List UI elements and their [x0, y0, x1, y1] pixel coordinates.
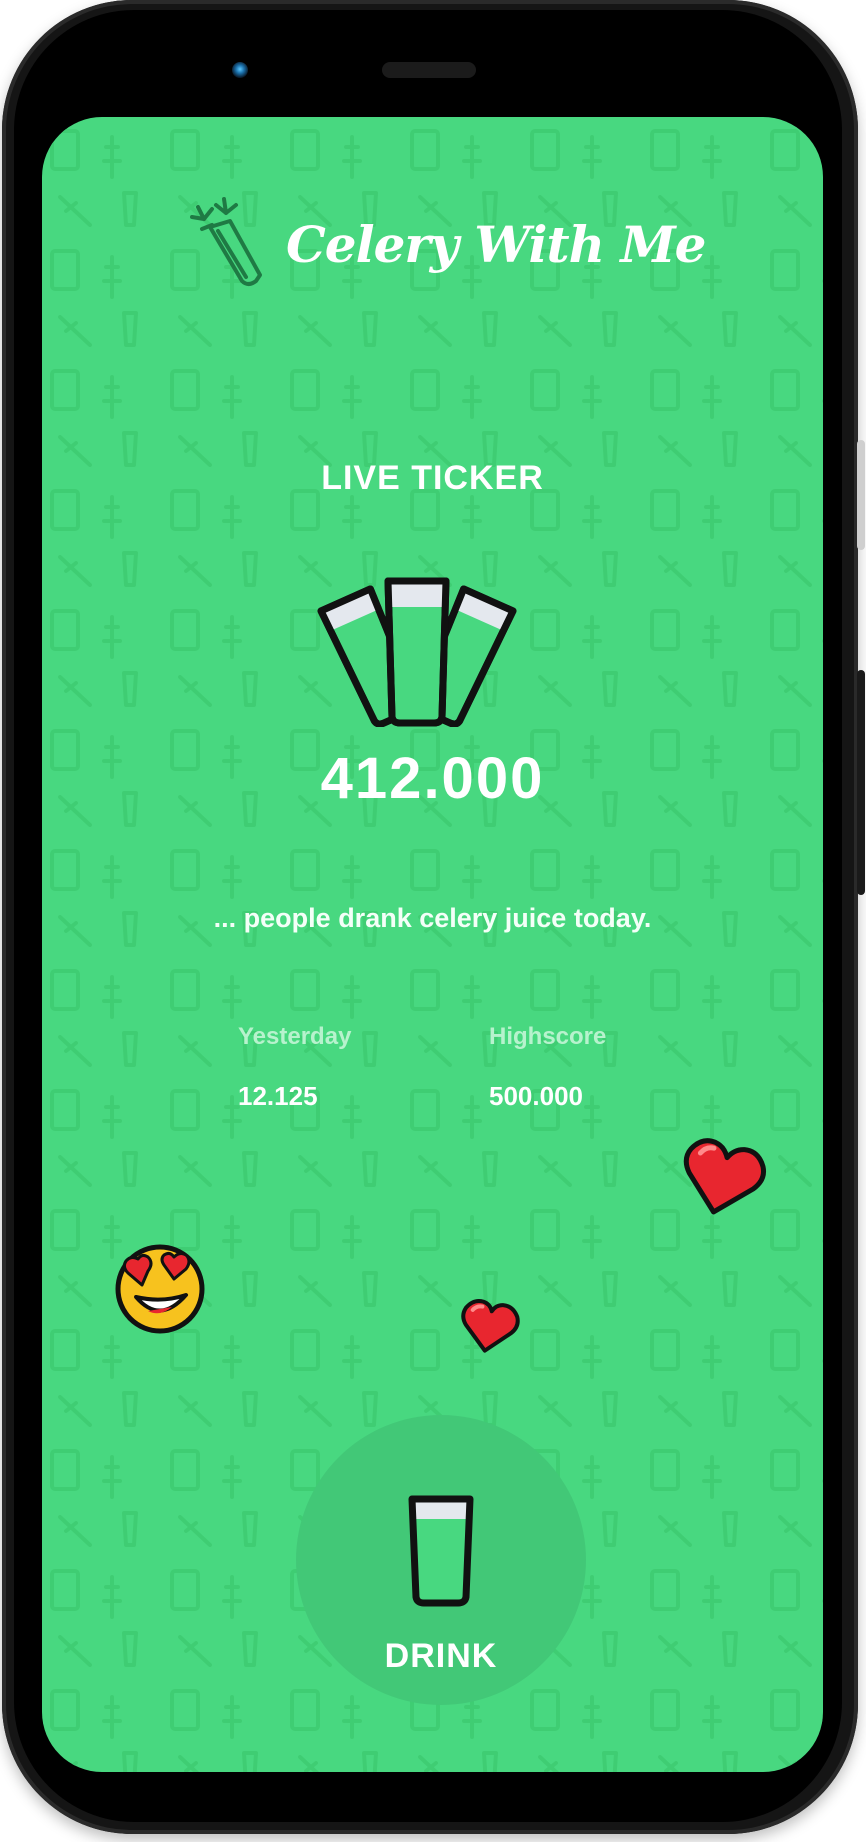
stat-highscore-value: 500.000: [489, 1081, 583, 1111]
app-header: Celery With Me: [42, 197, 823, 297]
live-ticker-caption: ... people drank celery juice today.: [213, 903, 652, 933]
drink-button-label: DRINK: [384, 1637, 498, 1675]
celery-icon: [190, 197, 262, 286]
stat-highscore: Highscore 500.000: [489, 1023, 606, 1112]
phone-frame: Celery With Me LIVE TICKER 412.000 ... p…: [0, 0, 866, 1842]
front-camera: [232, 62, 248, 78]
juice-glasses-icon: [317, 577, 517, 727]
stat-yesterday: Yesterday 12.125: [238, 1023, 351, 1112]
heart-icon: [683, 1138, 766, 1215]
live-ticker-title: LIVE TICKER: [321, 459, 544, 497]
stat-highscore-label: Highscore: [489, 1023, 607, 1050]
drink-button[interactable]: DRINK: [296, 1415, 586, 1705]
power-button: [857, 440, 865, 550]
earpiece-speaker: [382, 62, 476, 78]
stat-yesterday-value: 12.125: [238, 1081, 318, 1111]
heart-icon: [461, 1298, 520, 1353]
glass-icon: [408, 1495, 474, 1607]
live-ticker-count: 412.000: [320, 746, 545, 811]
stat-yesterday-label: Yesterday: [238, 1023, 352, 1050]
app-screen: Celery With Me LIVE TICKER 412.000 ... p…: [42, 117, 823, 1772]
heart-eyes-emoji-icon: [115, 1244, 205, 1334]
volume-button: [857, 670, 865, 895]
app-title: Celery With Me: [286, 215, 706, 274]
